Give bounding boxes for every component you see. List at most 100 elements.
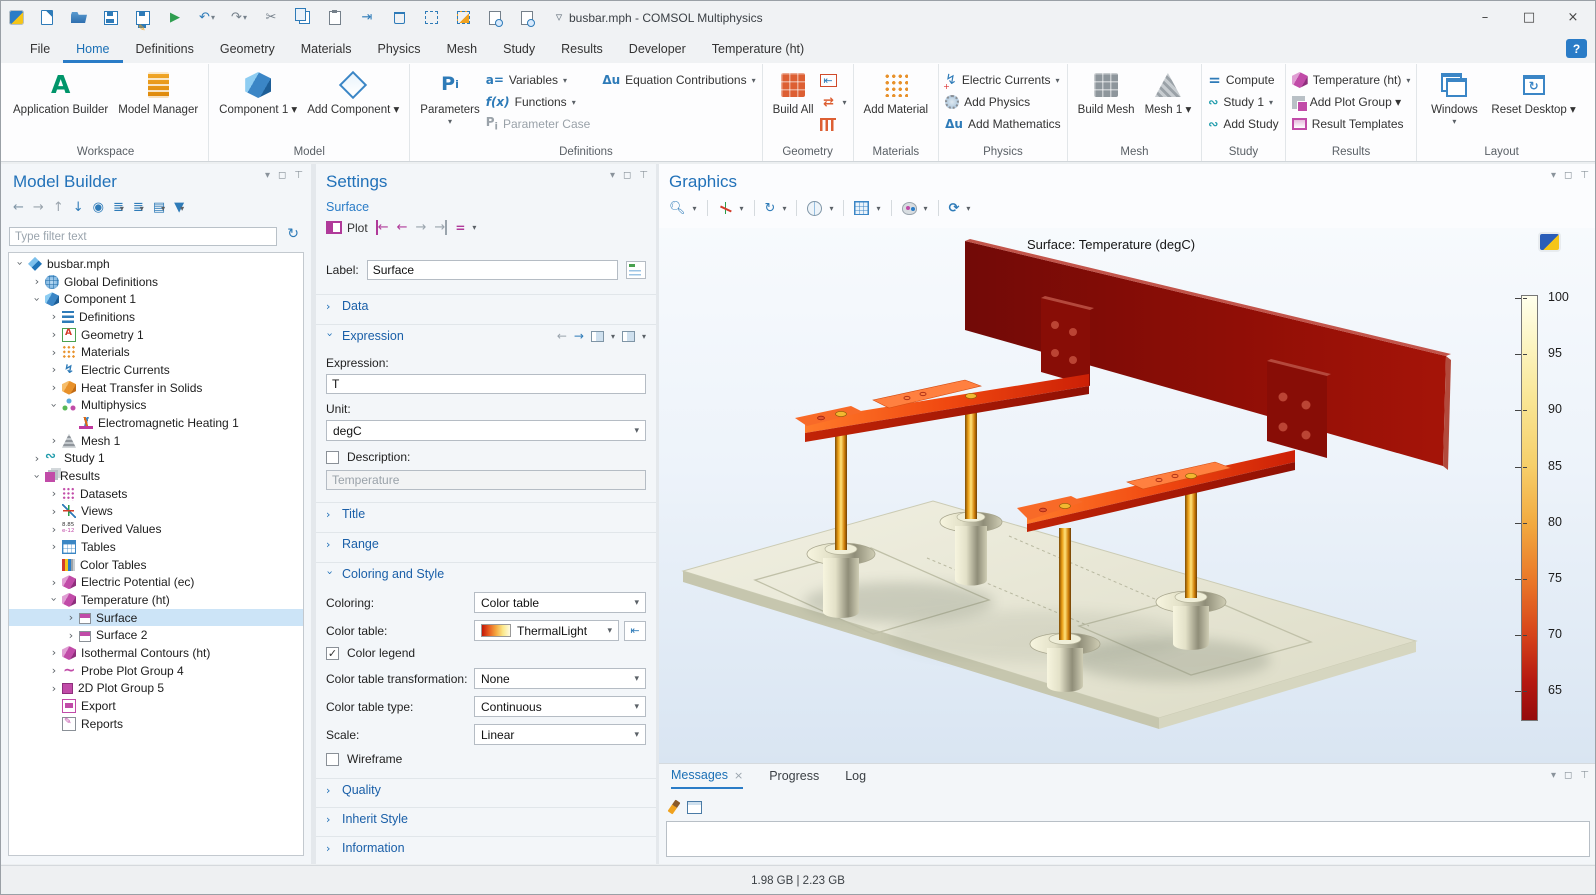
rename-icon[interactable] [626, 261, 646, 279]
paste-icon[interactable] [326, 9, 344, 27]
add-physics-button[interactable]: Add Physics [945, 91, 1061, 113]
plot-image-icon[interactable] [1540, 234, 1559, 250]
expand-arrow[interactable]: › [15, 257, 26, 271]
back-icon[interactable]: ← [13, 200, 24, 215]
color-table-dropdown[interactable]: ThermalLight▾ [474, 620, 619, 641]
build-all-button[interactable]: Build All [769, 66, 818, 117]
tree-filter-input[interactable] [9, 227, 277, 246]
label-input[interactable] [367, 260, 618, 280]
replace-expression-icon[interactable] [622, 331, 635, 342]
redo-icon[interactable]: ↷▾ [230, 9, 248, 27]
electric-currents-button[interactable]: ↯ Electric Currents▾ [945, 69, 1061, 91]
plot-first-icon[interactable]: ← [376, 220, 389, 235]
collapse-all-icon[interactable]: ≣▾ [113, 200, 124, 215]
minimize-button[interactable]: – [1463, 1, 1507, 34]
menu-tab-home[interactable]: Home [63, 34, 122, 63]
deselect-box-icon[interactable] [454, 9, 472, 27]
scene-light-icon[interactable] [807, 201, 822, 216]
geometry-sync-button[interactable]: ⇄▾ [820, 93, 847, 111]
select-box-icon[interactable] [422, 9, 440, 27]
windows-button[interactable]: Windows▾ [1423, 66, 1485, 127]
panel-menu-icon[interactable]: ▾ [1551, 170, 1556, 181]
grid-icon[interactable] [854, 201, 869, 215]
color-table-type-dropdown[interactable]: Continuous▾ [474, 696, 646, 717]
menu-tab-mesh[interactable]: Mesh [434, 34, 491, 63]
compute-button[interactable]: = Compute [1208, 69, 1278, 91]
tree-item-results[interactable]: ›Results [9, 467, 303, 485]
color-legend-checkbox[interactable]: ✓ [326, 647, 339, 660]
expand-arrow[interactable]: › [49, 398, 60, 412]
mesh-1-button[interactable]: Mesh 1 ▾ [1141, 66, 1196, 117]
panel-float-icon[interactable]: ◻ [1564, 170, 1572, 181]
insert-sequence-button[interactable]: ⇤ [820, 71, 847, 89]
tree-item-electric-potential-ec[interactable]: ›Electric Potential (ec) [9, 573, 303, 591]
expand-arrow[interactable]: › [49, 593, 60, 607]
wireframe-checkbox[interactable] [326, 753, 339, 766]
duplicate-icon[interactable]: ⇥ [358, 9, 376, 27]
functions-button[interactable]: f(x) Functions▾ [486, 91, 591, 113]
tree-item-multiphysics[interactable]: ›Multiphysics [9, 397, 303, 415]
study-1-button[interactable]: ∾ Study 1▾ [1208, 91, 1278, 113]
expand-arrow[interactable]: › [32, 292, 43, 306]
expand-all-icon[interactable]: ≣▾ [133, 200, 144, 215]
expand-arrow[interactable]: › [30, 276, 44, 287]
section-coloring-style[interactable]: ›Coloring and Style [316, 562, 656, 585]
tree-item-views[interactable]: ›Views [9, 503, 303, 521]
add-component-button[interactable]: Add Component ▾ [303, 66, 403, 117]
go-to-view-icon[interactable] [718, 201, 733, 216]
expand-arrow[interactable]: › [47, 647, 61, 658]
expression-input[interactable] [326, 374, 646, 394]
unit-dropdown[interactable]: degC▾ [326, 420, 646, 441]
filter-funnel-icon[interactable]: ▼▾ [174, 200, 184, 215]
equation-contributions-button[interactable]: Δu Equation Contributions▾ [602, 69, 755, 91]
messages-tab-log[interactable]: Log [845, 768, 866, 789]
expand-arrow[interactable]: › [47, 488, 61, 499]
section-inherit-style[interactable]: ›Inherit Style [316, 807, 656, 830]
expand-arrow[interactable]: › [47, 524, 61, 535]
expand-arrow[interactable]: › [64, 612, 78, 623]
tree-item-isothermal-contours-ht[interactable]: ›Isothermal Contours (ht) [9, 644, 303, 662]
menu-tab-physics[interactable]: Physics [364, 34, 433, 63]
cut-icon[interactable]: ✂ [262, 9, 280, 27]
expand-arrow[interactable]: › [64, 630, 78, 641]
tree-item-mesh-1[interactable]: ›Mesh 1 [9, 432, 303, 450]
plot-button[interactable]: Plot [326, 221, 368, 235]
plot-in-icon[interactable]: = [455, 221, 464, 235]
scale-dropdown[interactable]: Linear▾ [474, 724, 646, 745]
expand-arrow[interactable]: › [47, 541, 61, 552]
color-table-window-icon[interactable]: ⇤ [624, 621, 646, 641]
move-down-icon[interactable]: ↓ [73, 200, 84, 215]
menu-tab-temperature-ht[interactable]: Temperature (ht) [699, 34, 817, 63]
insert-expression-icon[interactable] [591, 331, 604, 342]
expand-arrow[interactable]: › [47, 364, 61, 375]
panel-pin-icon[interactable]: ⊤ [294, 170, 303, 181]
tree-item-global-definitions[interactable]: ›Global Definitions [9, 273, 303, 291]
tree-item-reports[interactable]: ›Reports [9, 715, 303, 733]
application-builder-button[interactable]: A Application Builder [9, 66, 112, 117]
panel-float-icon[interactable]: ◻ [623, 170, 631, 181]
find-replace-icon[interactable] [518, 9, 536, 27]
model-tree-nodes-icon[interactable]: ▤▾ [153, 200, 165, 215]
menu-tab-file[interactable]: File [17, 34, 63, 63]
expand-arrow[interactable]: › [47, 665, 61, 676]
color-palette-icon[interactable] [902, 202, 917, 215]
tree-item-surface-2[interactable]: ›Surface 2 [9, 626, 303, 644]
expression-forward-icon[interactable]: → [574, 329, 584, 343]
tree-item-component-1[interactable]: ›Component 1 [9, 290, 303, 308]
tree-item-heat-transfer-in-solids[interactable]: ›Heat Transfer in Solids [9, 379, 303, 397]
description-checkbox[interactable] [326, 451, 339, 464]
tree-item-study-1[interactable]: ›Study 1 [9, 450, 303, 468]
plot-next-icon[interactable]: → [416, 220, 427, 235]
result-templates-button[interactable]: Result Templates [1292, 113, 1411, 135]
tree-item-electromagnetic-heating-1[interactable]: ›Electromagnetic Heating 1 [9, 414, 303, 432]
expression-back-icon[interactable]: ← [557, 329, 567, 343]
close-button[interactable]: × [1551, 1, 1595, 34]
section-information[interactable]: ›Information [316, 836, 656, 859]
panel-pin-icon[interactable]: ⊤ [639, 170, 648, 181]
geometry-parts-button[interactable] [820, 115, 847, 133]
panel-float-icon[interactable]: ◻ [1564, 770, 1572, 781]
reset-desktop-button[interactable]: ↻ Reset Desktop ▾ [1487, 66, 1579, 117]
expand-arrow[interactable]: › [47, 435, 61, 446]
menu-tab-geometry[interactable]: Geometry [207, 34, 288, 63]
help-button[interactable]: ? [1566, 39, 1587, 58]
